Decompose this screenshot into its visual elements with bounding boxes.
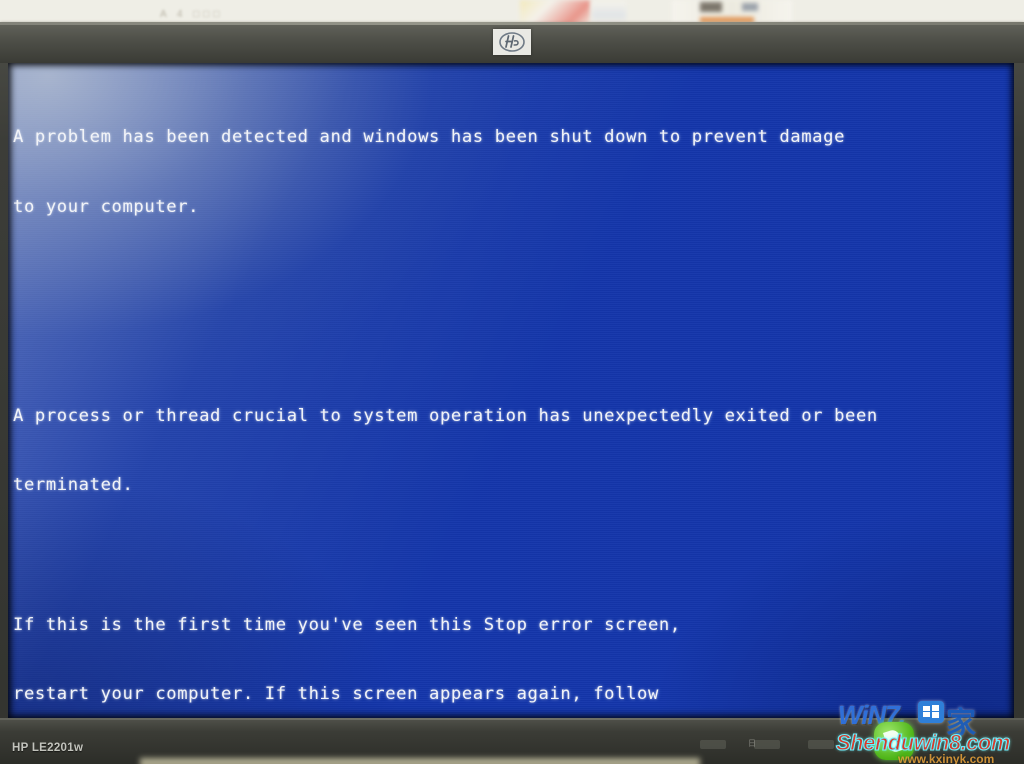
osd-button[interactable] <box>862 740 888 749</box>
bsod-line: A process or thread crucial to system op… <box>13 405 878 426</box>
bsod-text-block: A problem has been detected and windows … <box>13 80 1011 718</box>
osd-button[interactable] <box>808 740 834 749</box>
wall-poster <box>742 3 758 11</box>
wall-poster <box>700 2 722 12</box>
bsod-blank-line <box>13 335 1011 358</box>
monitor-osd-buttons[interactable]: 日 <box>700 739 1000 754</box>
monitor: A problem has been detected and windows … <box>0 22 1024 764</box>
bsod-line: If this is the first time you've seen th… <box>13 614 681 635</box>
bsod-line: to your computer. <box>13 197 200 218</box>
monitor-stand-reflection <box>140 758 700 764</box>
osd-button[interactable] <box>700 740 726 749</box>
bsod-line: A problem has been detected and windows … <box>13 127 846 148</box>
bsod-photograph: A 4 □□□ A problem has been detected and … <box>0 0 1024 764</box>
osd-indicator-label: 日 <box>748 739 756 748</box>
bezel-highlight <box>0 22 1024 25</box>
bsod-line: restart your computer. If this screen ap… <box>13 684 659 705</box>
hp-logo-icon <box>493 29 531 55</box>
room-faint-text: A 4 □□□ <box>160 9 224 20</box>
bezel-highlight <box>0 718 1024 720</box>
screen: A problem has been detected and windows … <box>8 63 1014 718</box>
monitor-top-bezel <box>0 22 1024 63</box>
bsod-line: terminated. <box>13 475 134 496</box>
monitor-model-label: HP LE2201w <box>12 742 84 754</box>
power-button[interactable] <box>916 740 942 749</box>
bsod-blank-line <box>13 266 1011 289</box>
osd-button[interactable] <box>754 740 780 749</box>
bsod-blank-line <box>13 544 1011 567</box>
